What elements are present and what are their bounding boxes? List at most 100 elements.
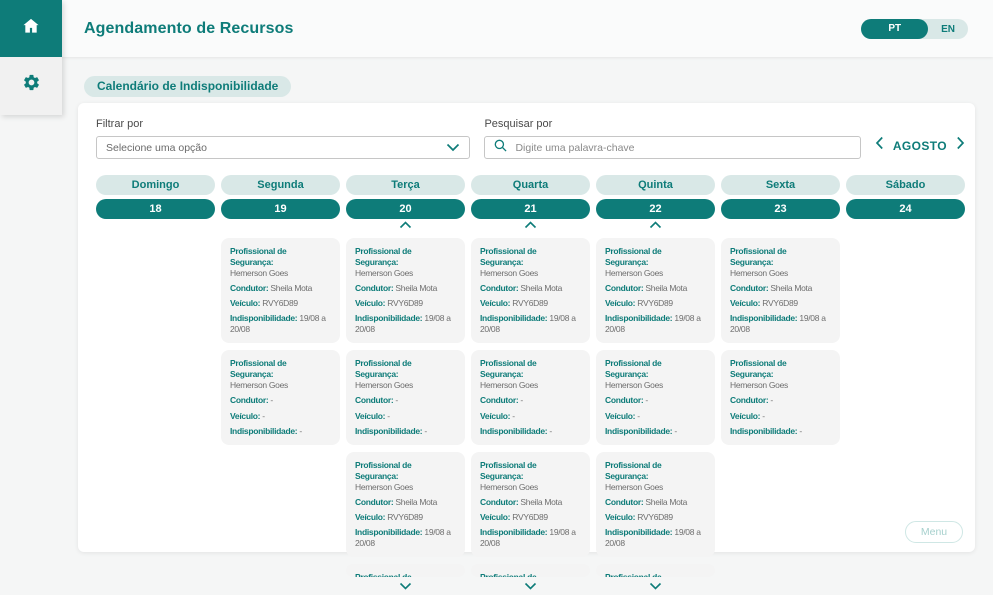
schedule-card[interactable]: Profissional de Segurança: Hemerson Goes C… <box>596 238 715 344</box>
search-group: Pesquisar por <box>484 118 861 159</box>
scroll-down-control[interactable] <box>471 580 590 592</box>
card-field: Profissional de Segurança:Hemerson Goes <box>355 358 456 391</box>
schedule-card[interactable]: Profissional de Segurança: Hemerson Goes C… <box>721 350 840 445</box>
filter-select[interactable]: Selecione uma opção <box>96 136 471 159</box>
card-field: Condutor: Sheila Mota <box>355 283 456 294</box>
card-field-label: Indisponibilidade: <box>355 425 423 436</box>
scroll-up-control[interactable] <box>596 221 715 234</box>
scroll-down-control[interactable] <box>596 580 715 592</box>
card-field-value: Hemerson Goes <box>605 380 663 391</box>
card-field-value: Sheila Mota <box>518 496 563 507</box>
date-pill[interactable]: 24 <box>846 199 965 219</box>
card-field-value: Sheila Mota <box>393 283 438 294</box>
card-field-value: Hemerson Goes <box>355 481 413 492</box>
schedule-card[interactable]: Profissional de Segurança: Hemerson Goes C… <box>221 350 340 445</box>
card-field-label: Condutor: <box>730 283 769 294</box>
language-toggle: PT EN <box>861 19 968 39</box>
card-field: Profissional de Segurança:Hemerson Goes <box>480 460 581 493</box>
menu-button[interactable]: Menu <box>905 521 963 543</box>
card-field-label: Profissional de Segurança: <box>230 358 287 380</box>
card-field-label: Condutor: <box>480 395 519 406</box>
card-field: Veículo: - <box>730 411 831 422</box>
card-field-label: Indisponibilidade: <box>605 526 673 537</box>
card-field-label: Profissional de Segurança: <box>605 246 662 268</box>
day-header-pill[interactable]: Sábado <box>846 175 965 195</box>
schedule-card[interactable]: Profissional de Segurança: Hemerson Goes C… <box>471 238 590 344</box>
card-field-label: Profissional de Segurança: <box>480 246 537 268</box>
previous-month-button[interactable] <box>875 136 884 155</box>
sidebar-item-home[interactable] <box>0 0 62 57</box>
card-field-value: - <box>643 395 648 406</box>
cards-list: Profissional de Segurança: Hemerson Goes C… <box>346 238 465 577</box>
date-pill[interactable]: 18 <box>96 199 215 219</box>
day-header-pill[interactable]: Sexta <box>721 175 840 195</box>
card-field: Veículo: - <box>605 411 706 422</box>
card-field: Profissional de Segurança:Hemerson Goes <box>355 460 456 493</box>
card-field: Indisponibilidade: 19/08 a 20/08 <box>355 527 456 549</box>
language-option-pt[interactable]: PT <box>861 19 929 39</box>
schedule-card[interactable]: Profissional de Segurança:Hemerson Goes <box>596 563 715 577</box>
card-field-value: RVY6D89 <box>635 511 673 522</box>
card-field: Indisponibilidade: 19/08 a 20/08 <box>230 313 331 335</box>
chevron-up-icon <box>649 216 662 234</box>
schedule-card[interactable]: Profissional de Segurança: Hemerson Goes C… <box>221 238 340 344</box>
schedule-card[interactable]: Profissional de Segurança: Hemerson Goes C… <box>596 350 715 445</box>
card-field-value: Hemerson Goes <box>730 380 788 391</box>
card-field: Indisponibilidade: 19/08 a 20/08 <box>605 313 706 335</box>
card-field: Veículo: RVY6D89 <box>355 512 456 523</box>
card-field-value: - <box>385 410 390 421</box>
card-field: Indisponibilidade: 19/08 a 20/08 <box>605 527 706 549</box>
card-field: Profissional de Segurança:Hemerson Goes <box>355 246 456 279</box>
month-navigation: AGOSTO <box>875 136 965 155</box>
card-field: Profissional de Segurança:Hemerson Goes <box>730 246 831 279</box>
date-pill[interactable]: 19 <box>221 199 340 219</box>
card-field-value: - <box>547 425 552 436</box>
day-header-pill[interactable]: Segunda <box>221 175 340 195</box>
schedule-card[interactable]: Profissional de Segurança: Hemerson Goes C… <box>721 238 840 344</box>
schedule-card[interactable]: Profissional de Segurança: Hemerson Goes C… <box>346 451 465 557</box>
calendar-column-domingo: Domingo 18 <box>96 175 215 592</box>
scroll-up-control[interactable] <box>346 221 465 234</box>
day-header-pill[interactable]: Terça <box>346 175 465 195</box>
card-field-label: Condutor: <box>605 283 644 294</box>
card-field: Veículo: - <box>355 411 456 422</box>
schedule-card[interactable]: Profissional de Segurança: Hemerson Goes C… <box>596 451 715 557</box>
day-header-pill[interactable]: Domingo <box>96 175 215 195</box>
card-field-label: Veículo: <box>480 410 511 421</box>
sidebar-item-settings[interactable] <box>0 57 62 113</box>
chevron-up-icon <box>524 216 537 234</box>
card-field: Condutor: - <box>230 395 331 406</box>
card-field-label: Condutor: <box>605 395 644 406</box>
next-month-button[interactable] <box>956 136 965 155</box>
card-field: Profissional de Segurança:Hemerson Goes <box>230 246 331 279</box>
scroll-up-control[interactable] <box>471 221 590 234</box>
card-field: Condutor: Sheila Mota <box>605 283 706 294</box>
card-field-label: Veículo: <box>605 298 636 309</box>
day-header-pill[interactable]: Quinta <box>596 175 715 195</box>
schedule-card[interactable]: Profissional de Segurança: Hemerson Goes C… <box>471 350 590 445</box>
schedule-card[interactable]: Profissional de Segurança:Hemerson Goes <box>346 563 465 577</box>
card-field-value: Sheila Mota <box>518 283 563 294</box>
content-panel: Filtrar por Selecione uma opção Pesquisa… <box>78 103 975 590</box>
schedule-card[interactable]: Profissional de Segurança:Hemerson Goes <box>471 563 590 577</box>
schedule-card[interactable]: Profissional de Segurança: Hemerson Goes C… <box>471 451 590 557</box>
card-field: Veículo: RVY6D89 <box>730 298 831 309</box>
language-option-en[interactable]: EN <box>928 24 968 35</box>
day-header-pill[interactable]: Quarta <box>471 175 590 195</box>
card-field-label: Profissional de Segurança: <box>355 246 412 268</box>
date-pill[interactable]: 23 <box>721 199 840 219</box>
search-input[interactable] <box>515 141 851 154</box>
card-field-label: Veículo: <box>730 410 761 421</box>
schedule-card[interactable]: Profissional de Segurança: Hemerson Goes C… <box>346 238 465 344</box>
card-field-value: - <box>510 410 515 421</box>
card-field: Indisponibilidade: 19/08 a 20/08 <box>480 313 581 335</box>
page-badge: Calendário de Indisponibilidade <box>84 76 292 97</box>
card-field-label: Veículo: <box>355 298 386 309</box>
filter-group: Filtrar por Selecione uma opção <box>96 118 471 159</box>
schedule-card[interactable]: Profissional de Segurança: Hemerson Goes C… <box>346 350 465 445</box>
card-field: Condutor: Sheila Mota <box>355 497 456 508</box>
card-field-value: - <box>760 410 765 421</box>
scroll-down-control[interactable] <box>346 580 465 592</box>
card-field-label: Profissional de Segurança: <box>230 246 287 268</box>
card-field-label: Indisponibilidade: <box>480 425 548 436</box>
